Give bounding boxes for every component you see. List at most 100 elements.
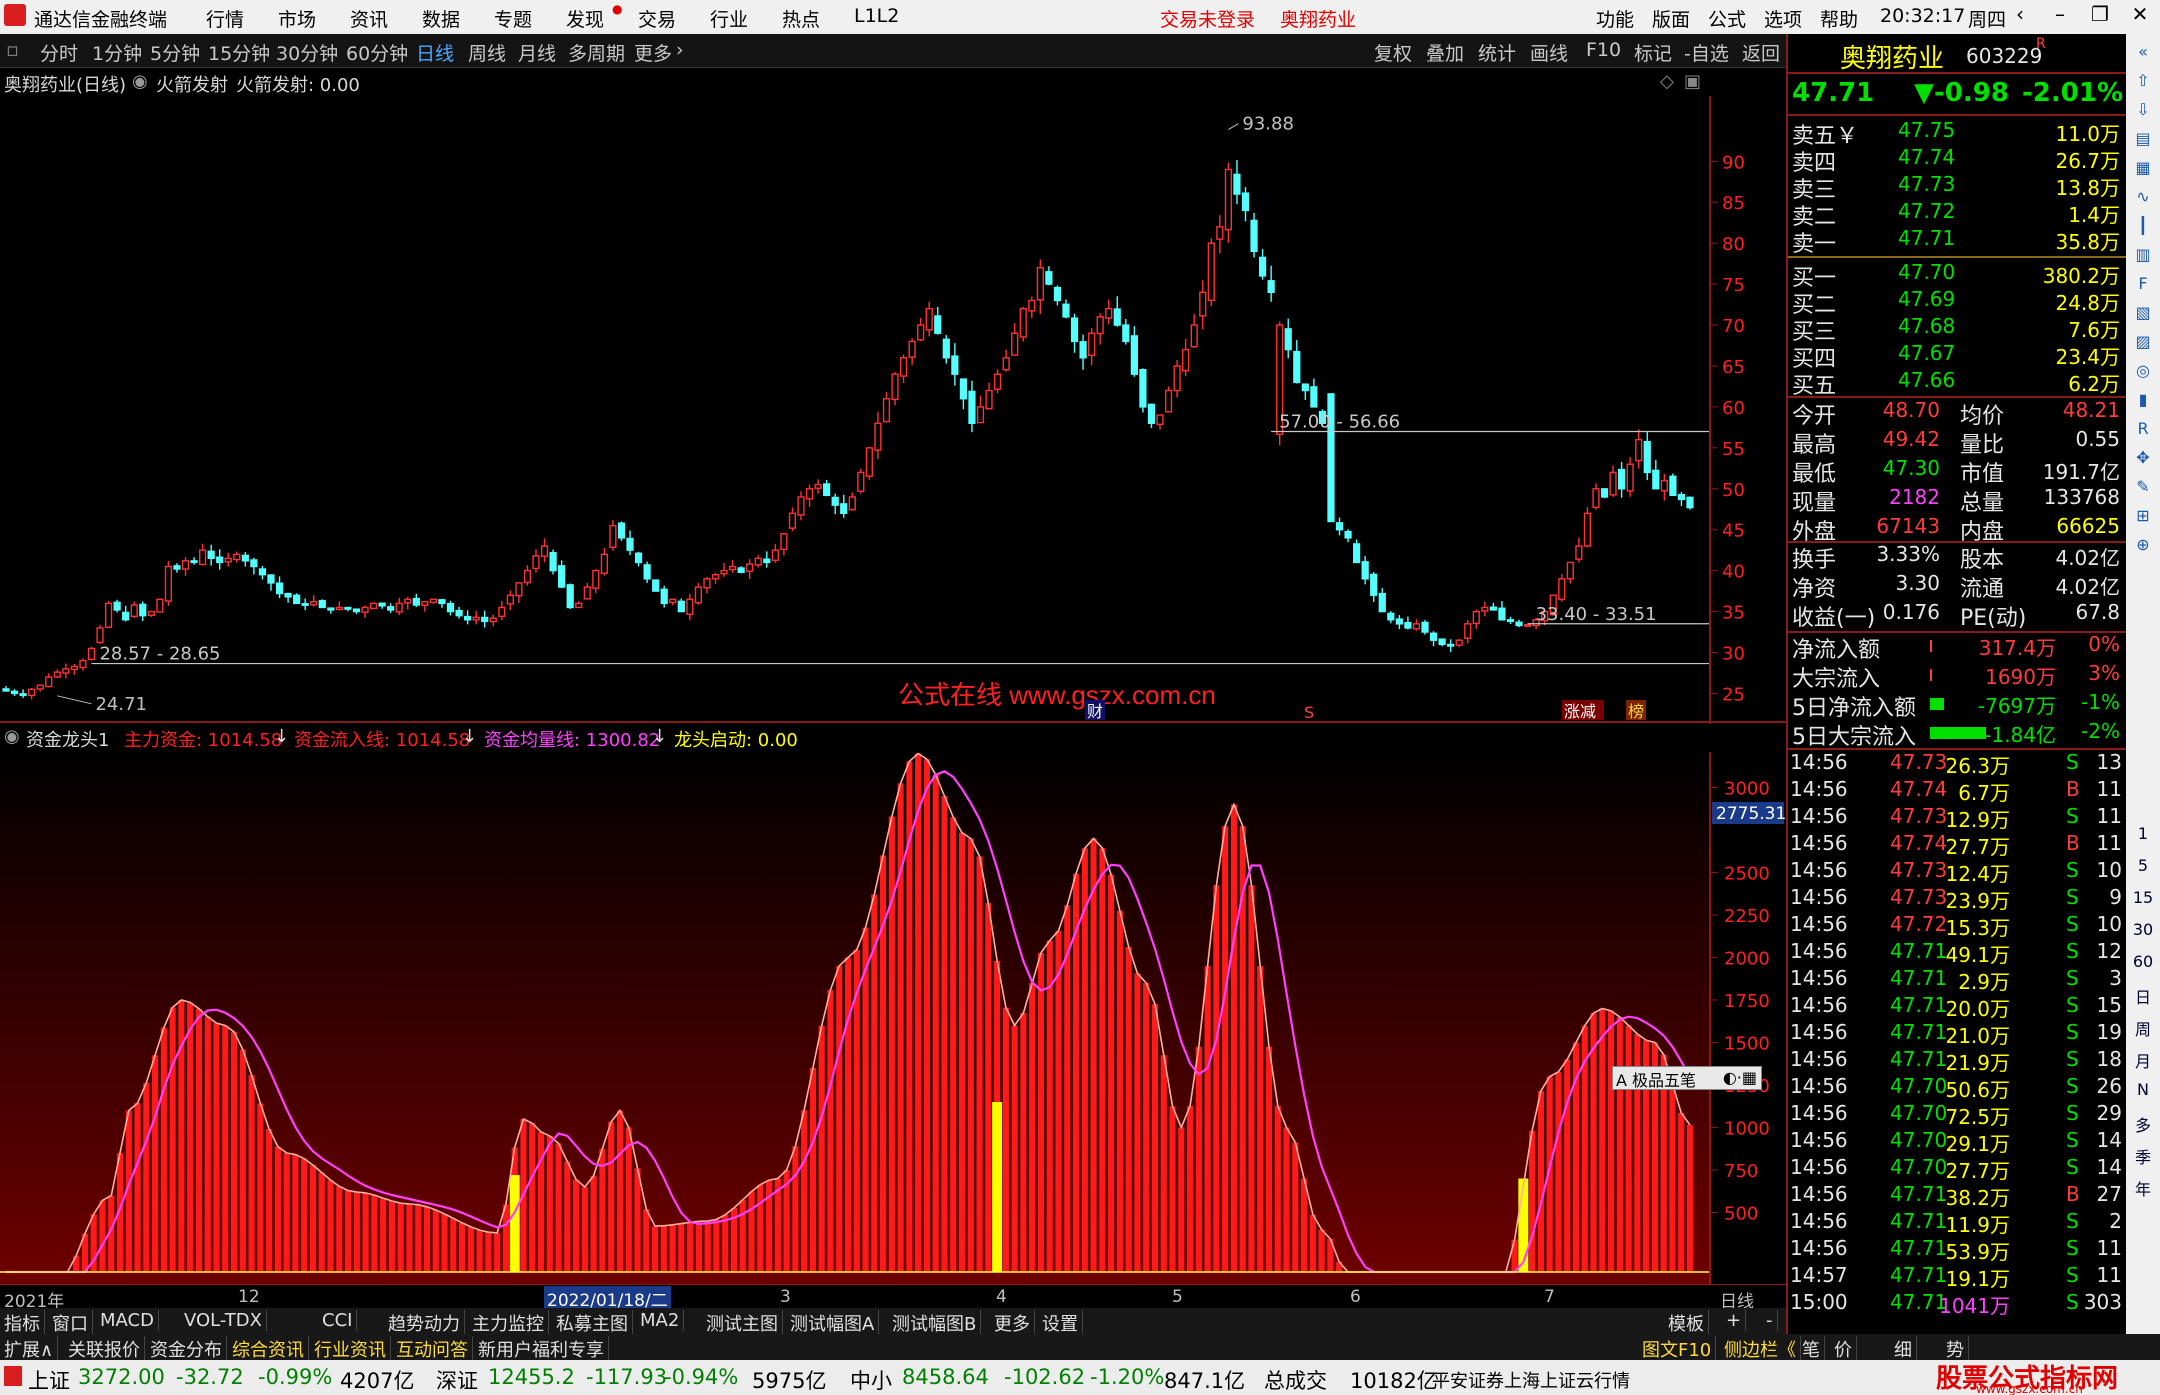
candle[interactable] — [369, 602, 378, 610]
fund-bar[interactable] — [257, 1103, 264, 1272]
candle[interactable] — [122, 605, 130, 622]
candle[interactable] — [1293, 340, 1301, 384]
candle[interactable] — [643, 561, 651, 583]
fund-bar[interactable] — [1178, 1127, 1185, 1273]
candle[interactable] — [1284, 318, 1292, 359]
move-icon[interactable]: ✥ — [2130, 448, 2156, 474]
indicator-tab[interactable]: MA2 — [636, 1310, 685, 1331]
fund-bar[interactable] — [415, 1204, 422, 1272]
candle[interactable] — [1199, 280, 1207, 330]
menu-hangye[interactable]: 行业 — [710, 5, 748, 32]
fund-bar[interactable] — [423, 1206, 431, 1272]
menu-shuju[interactable]: 数据 — [422, 5, 460, 32]
candle[interactable] — [848, 492, 856, 511]
fund-bar[interactable] — [485, 1232, 492, 1272]
f10-icon[interactable]: F — [2130, 274, 2156, 300]
candle[interactable] — [1353, 539, 1361, 564]
candle[interactable] — [942, 335, 950, 364]
candle[interactable] — [1575, 537, 1583, 563]
candle[interactable] — [1019, 306, 1027, 342]
fund-bar[interactable] — [827, 989, 834, 1272]
fund-bar[interactable] — [608, 1121, 615, 1272]
fund-bar[interactable] — [739, 1199, 746, 1272]
doc-icon[interactable]: ▧ — [2130, 303, 2156, 329]
period-monthly[interactable]: 月线 — [518, 39, 556, 66]
fund-bar[interactable] — [397, 1203, 404, 1272]
candle[interactable] — [481, 610, 489, 628]
candle[interactable] — [1105, 299, 1113, 325]
tab-tool[interactable]: - — [1762, 1310, 1778, 1331]
candle[interactable] — [746, 559, 754, 580]
fund-bar[interactable] — [187, 1002, 194, 1272]
candle[interactable] — [1122, 319, 1130, 345]
book-row[interactable]: 卖二 47.72 1.4万 — [1788, 199, 2126, 230]
fund-bar[interactable] — [143, 1082, 150, 1272]
fund-bar[interactable] — [1301, 1178, 1308, 1273]
fund-bar[interactable] — [309, 1165, 317, 1272]
zx-label[interactable]: 中小 — [850, 1365, 892, 1395]
fund-bar[interactable] — [380, 1198, 387, 1272]
candle[interactable] — [1464, 620, 1472, 644]
fund-bar[interactable] — [169, 1007, 176, 1272]
sidebar-period[interactable]: 1 — [2130, 824, 2156, 850]
restore-icon[interactable]: ❐ — [2080, 2, 2120, 26]
fund-bar[interactable] — [1108, 874, 1115, 1272]
table-icon[interactable]: ▥ — [2130, 245, 2156, 271]
candle[interactable] — [600, 547, 608, 576]
fund-bar[interactable] — [1204, 966, 1211, 1272]
candle[interactable] — [823, 479, 831, 497]
indicator-tab[interactable]: 主力监控 — [468, 1310, 549, 1336]
tool-fuquan[interactable]: 复权 — [1374, 39, 1412, 66]
candle[interactable] — [233, 551, 241, 563]
right-tab[interactable]: 笔 — [1798, 1336, 1825, 1362]
fund-bar[interactable] — [1213, 885, 1220, 1272]
candle[interactable] — [788, 507, 797, 532]
tick-row[interactable]: 14:57 47.71 19.1万 S 11 — [1788, 1263, 2126, 1291]
candle[interactable] — [53, 669, 61, 678]
sidebar-period[interactable]: 年 — [2130, 1176, 2156, 1202]
tick-row[interactable]: 14:56 47.70 72.5万 S 29 — [1788, 1101, 2126, 1129]
fund-bar[interactable] — [958, 832, 966, 1272]
fund-bar[interactable] — [1529, 1130, 1536, 1272]
sidebar-period[interactable]: 30 — [2130, 920, 2156, 946]
fund-bar[interactable] — [844, 957, 852, 1273]
diamond-icon[interactable]: ◇ — [1660, 71, 1674, 92]
fund-bar[interactable] — [660, 1225, 667, 1272]
period-5min[interactable]: 5分钟 — [150, 39, 200, 66]
sidebar-period[interactable]: 季 — [2130, 1144, 2156, 1170]
fund-bar[interactable] — [1537, 1091, 1544, 1272]
indicator-tab[interactable]: 更多 — [990, 1310, 1035, 1336]
indicator-tab[interactable]: MACD — [96, 1310, 159, 1331]
fund-bar[interactable] — [722, 1214, 729, 1272]
candle[interactable] — [891, 372, 899, 406]
candle[interactable] — [489, 614, 497, 627]
candle[interactable] — [1481, 601, 1489, 617]
info-tab[interactable]: 综合资讯 — [228, 1336, 309, 1362]
fund-bar[interactable] — [1055, 930, 1062, 1272]
candle[interactable] — [28, 687, 36, 700]
menu-zhuanti[interactable]: 专题 — [494, 5, 532, 32]
fund-bar[interactable] — [1116, 910, 1123, 1272]
indicator-tab[interactable]: 指标 — [0, 1310, 45, 1336]
fund-bar[interactable] — [248, 1075, 255, 1272]
fund-bar[interactable] — [950, 817, 957, 1272]
fund-bar[interactable] — [213, 1023, 220, 1272]
menu-gongneng[interactable]: 功能 — [1596, 5, 1634, 32]
candle[interactable] — [1387, 611, 1395, 624]
fund-bar[interactable] — [1143, 983, 1150, 1272]
period-more[interactable]: 更多 — [634, 39, 672, 66]
period-60min[interactable]: 60分钟 — [346, 39, 408, 66]
candle[interactable] — [327, 607, 335, 614]
sh-label[interactable]: 上证 — [28, 1365, 70, 1395]
candle[interactable] — [446, 600, 455, 616]
ball-icon[interactable]: ◎ — [2130, 361, 2156, 387]
candle[interactable] — [1216, 215, 1224, 254]
tick-row[interactable]: 14:56 47.71 21.0万 S 19 — [1788, 1020, 2126, 1048]
candle[interactable] — [882, 391, 891, 423]
candle[interactable] — [62, 663, 70, 679]
fund-bar[interactable] — [1274, 1105, 1281, 1272]
right-tab[interactable]: 势 — [1942, 1336, 1969, 1362]
candle[interactable] — [2, 685, 10, 692]
candle[interactable] — [173, 563, 181, 573]
fund-bar[interactable] — [537, 1131, 545, 1272]
